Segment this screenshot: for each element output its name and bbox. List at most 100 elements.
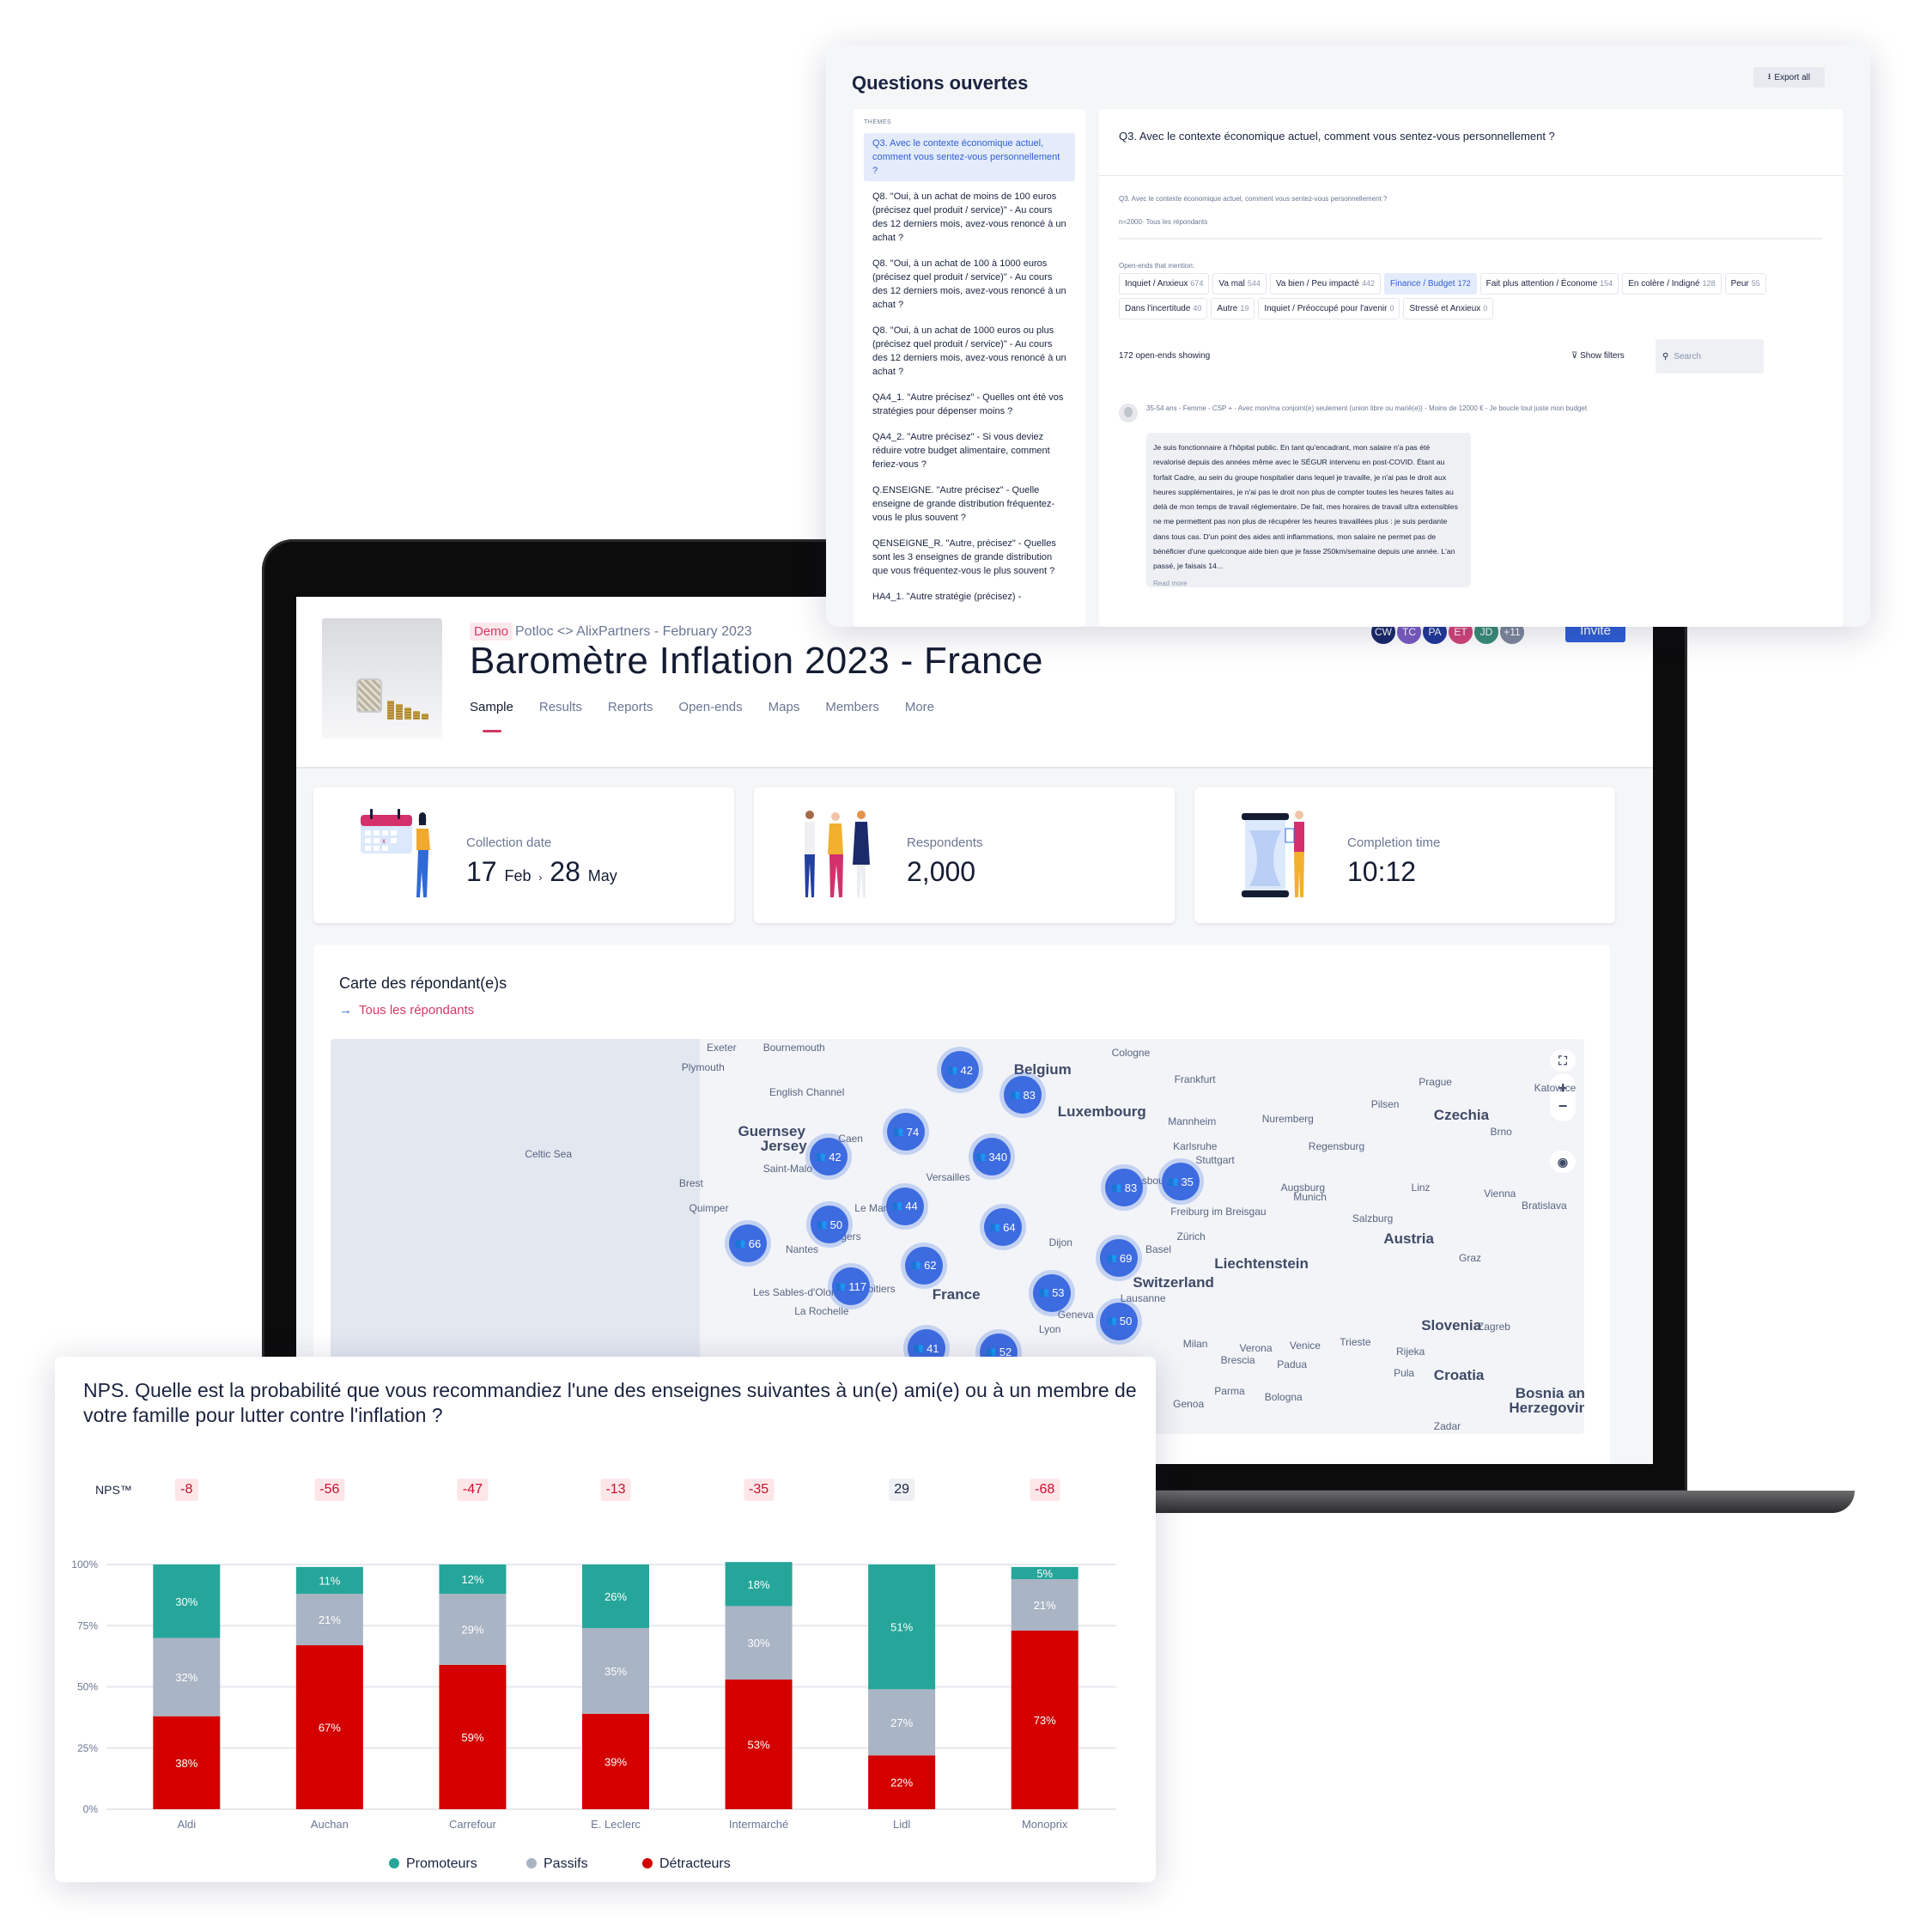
bar-value-label: 32%: [175, 1671, 197, 1684]
collection-date-label: Collection date: [466, 835, 552, 850]
theme-item[interactable]: QA4_2. "Autre précisez" - Si vous deviez…: [864, 427, 1075, 475]
download-icon: ⭳: [1767, 71, 1771, 82]
map-place-label: Linz: [1411, 1181, 1431, 1194]
map-cluster[interactable]: 👥 62: [904, 1246, 943, 1285]
map-cluster[interactable]: 👥 42: [941, 1051, 980, 1090]
theme-item[interactable]: Q3. Avec le contexte économique actuel, …: [864, 133, 1075, 181]
theme-item[interactable]: QENSEIGNE_R. "Autre, précisez" - Quelles…: [864, 533, 1075, 581]
map-cluster[interactable]: 👥 117: [832, 1267, 870, 1306]
people-icon: 👥: [910, 1261, 922, 1271]
theme-item[interactable]: Q8. "Oui, à un achat de moins de 100 eur…: [864, 186, 1075, 248]
map-cluster[interactable]: 👥 66: [729, 1224, 768, 1262]
map-place-label: France: [932, 1286, 981, 1303]
project-breadcrumb: Potloc <> AlixPartners - February 2023: [515, 624, 752, 639]
legend-marker: [526, 1858, 537, 1868]
tab-sample[interactable]: Sample: [470, 700, 513, 714]
theme-chip[interactable]: Peur 55: [1724, 273, 1766, 295]
tab-results[interactable]: Results: [539, 700, 582, 714]
locate-icon[interactable]: ◉: [1550, 1151, 1576, 1173]
calendar-illustration-icon: x: [361, 809, 430, 897]
theme-chip[interactable]: En colère / Indigné 128: [1622, 273, 1722, 295]
mention-label: Open-ends that mention:: [1119, 262, 1195, 270]
theme-chip[interactable]: Finance / Budget 172: [1383, 273, 1477, 295]
theme-chip[interactable]: Inquiet / Préoccupé pour l'avenir 0: [1258, 298, 1400, 319]
people-icon: 👥: [986, 1347, 997, 1358]
people-icon: 👥: [1010, 1090, 1021, 1100]
map-place-label: Nantes: [785, 1242, 818, 1255]
export-all-button[interactable]: ⭳ Export all: [1753, 67, 1825, 88]
theme-chip[interactable]: Va mal 544: [1212, 273, 1267, 295]
map-cluster[interactable]: 👥 69: [1100, 1239, 1139, 1278]
map-cluster[interactable]: 👥 74: [887, 1113, 926, 1151]
map-place-label: Dijon: [1048, 1236, 1072, 1249]
tab-maps[interactable]: Maps: [769, 700, 800, 714]
theme-chip[interactable]: Fait plus attention / Économe 154: [1479, 273, 1619, 295]
map-place-label: Genoa: [1173, 1397, 1205, 1410]
read-more-link[interactable]: Read more: [1153, 576, 1464, 591]
theme-chip[interactable]: Stressé et Anxieux 0: [1403, 298, 1494, 319]
map-cluster[interactable]: 👥 50: [1100, 1302, 1139, 1340]
collection-date-card: x Collection date 17 Feb › 28 May: [313, 787, 734, 923]
tab-members[interactable]: Members: [825, 700, 879, 714]
map-cluster[interactable]: 👥 53: [1032, 1273, 1071, 1312]
search-icon: ⚲: [1662, 351, 1669, 361]
open-questions-title: Questions ouvertes: [852, 72, 1029, 94]
tab-more[interactable]: More: [905, 700, 934, 714]
map-place-label: Lyon: [1038, 1323, 1061, 1336]
theme-chip[interactable]: Dans l'incertitude 40: [1119, 298, 1208, 319]
map-place-label: Basel: [1145, 1242, 1172, 1255]
svg-text:x: x: [382, 837, 386, 845]
theme-chip[interactable]: Autre 19: [1211, 298, 1255, 319]
map-cluster[interactable]: 👥 35: [1161, 1163, 1200, 1200]
people-icon: 👥: [891, 1201, 903, 1212]
theme-item[interactable]: Q.ENSEIGNE. "Autre précisez" - Quelle en…: [864, 480, 1075, 528]
map-place-label: Brno: [1490, 1125, 1512, 1138]
show-filters-button[interactable]: ⊽ Show filters: [1571, 351, 1625, 361]
map-cluster[interactable]: 👥 83: [1105, 1169, 1144, 1207]
project-thumbnail: [322, 618, 442, 738]
bar-value-label: 30%: [748, 1637, 770, 1649]
map-cluster[interactable]: 👥 340: [972, 1138, 1011, 1176]
theme-chip[interactable]: Inquiet / Anxieux 674: [1119, 273, 1210, 295]
theme-item[interactable]: Q8. "Oui, à un achat de 1000 euros ou pl…: [864, 320, 1075, 382]
theme-chip[interactable]: Va bien / Peu impacté 442: [1269, 273, 1381, 295]
open-end-response: Je suis fonctionnaire à l'hôpital public…: [1146, 433, 1471, 587]
nps-score-badge: -8: [175, 1479, 198, 1501]
map-place-label: Quimper: [689, 1202, 729, 1215]
x-tick-label: Aldi: [177, 1818, 196, 1831]
zoom-controls: + −: [1550, 1073, 1576, 1121]
theme-item[interactable]: Q8. "Oui, à un achat de 100 à 1000 euros…: [864, 253, 1075, 315]
map-cluster[interactable]: 👥 42: [809, 1138, 848, 1176]
legend-label[interactable]: Passifs: [544, 1856, 588, 1871]
map-place-label: Verona: [1239, 1341, 1273, 1354]
question-title: Q3. Avec le contexte économique actuel, …: [1119, 130, 1555, 143]
search-input[interactable]: ⚲ Search: [1656, 339, 1764, 374]
people-icon: 👥: [817, 1219, 828, 1230]
map-place-label: Saint-Malo: [762, 1163, 813, 1175]
bar-value-label: 51%: [890, 1621, 913, 1634]
legend-marker: [389, 1858, 399, 1868]
map-place-label: Karlsruhe: [1173, 1140, 1218, 1153]
map-cluster[interactable]: 👥 64: [983, 1208, 1022, 1247]
tab-reports[interactable]: Reports: [608, 700, 653, 714]
legend-label[interactable]: Promoteurs: [406, 1856, 477, 1871]
fullscreen-icon[interactable]: ⛶: [1550, 1049, 1576, 1072]
theme-item[interactable]: QA4_1. "Autre précisez" - Quelles ont ét…: [864, 387, 1075, 422]
respondents-label: Respondents: [907, 835, 983, 850]
map-cluster[interactable]: 👥 44: [885, 1187, 924, 1225]
people-icon: 👥: [947, 1065, 958, 1075]
theme-item[interactable]: HA4_1. "Autre stratégie (précisez) -: [864, 586, 1075, 607]
map-place-label: Pula: [1394, 1366, 1415, 1379]
bar-value-label: 53%: [748, 1738, 770, 1751]
bar-value-label: 12%: [461, 1573, 483, 1586]
map-place-label: Exeter: [707, 1041, 737, 1054]
zoom-out-icon[interactable]: −: [1558, 1097, 1568, 1115]
map-cluster[interactable]: 👥 83: [1004, 1076, 1042, 1115]
map-place-label: Bratislava: [1522, 1200, 1567, 1212]
legend-label[interactable]: Détracteurs: [659, 1856, 731, 1871]
bar-value-label: 30%: [175, 1595, 197, 1608]
bar-value-label: 21%: [319, 1613, 341, 1626]
tab-open-ends[interactable]: Open-ends: [678, 700, 742, 714]
all-respondents-link[interactable]: → Tous les répondants: [339, 1003, 474, 1018]
map-place-label: Bologna: [1264, 1391, 1303, 1404]
